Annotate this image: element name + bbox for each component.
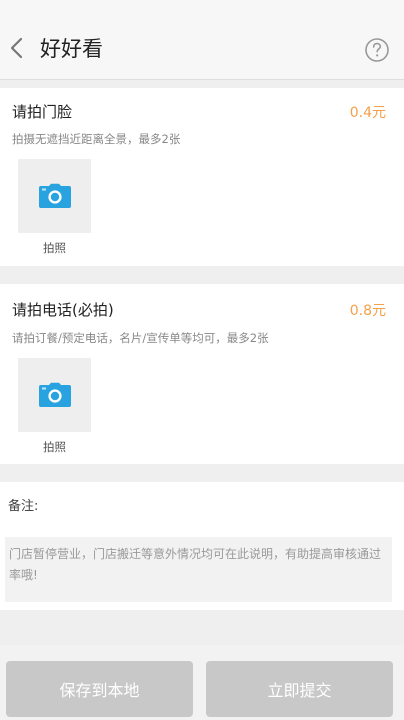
storefront-hint: 拍摄无遮挡近距离全景，最多2张 [12,132,181,146]
storefront-photo-label: 拍照 [43,241,66,255]
storefront-photo-section: 请拍门脸 0.4元 拍摄无遮挡近距离全景，最多2张 拍照 [0,88,404,266]
remark-input[interactable]: 门店暂停营业，门店搬迁等意外情况均可在此说明，有助提高审核通过率哦! [5,537,392,602]
submit-button[interactable]: 立即提交 [206,661,393,717]
remark-section: 备注: 门店暂停营业，门店搬迁等意外情况均可在此说明，有助提高审核通过率哦! [0,482,404,610]
storefront-price: 0.4元 [349,105,386,121]
phone-hint: 请拍订餐/预定电话，名片/宣传单等均可，最多2张 [12,331,269,345]
camera-icon [38,183,71,208]
page-title: 好好看 [40,37,103,61]
phone-photo-label: 拍照 [43,440,66,454]
phone-take-photo-button[interactable] [18,358,91,432]
phone-section-title: 请拍电话(必拍) [12,301,114,319]
chevron-left-icon[interactable] [6,36,28,60]
phone-price: 0.8元 [349,303,386,319]
storefront-section-title: 请拍门脸 [12,103,73,121]
phone-photo-section: 请拍电话(必拍) 0.8元 请拍订餐/预定电话，名片/宣传单等均可，最多2张 拍… [0,284,404,464]
remark-label: 备注: [8,499,39,514]
app-header: 好好看 [0,0,404,80]
footer-bar: 保存到本地 立即提交 [0,645,404,720]
question-circle-icon[interactable] [364,37,390,63]
save-local-button[interactable]: 保存到本地 [6,661,193,717]
camera-icon [38,382,71,407]
storefront-take-photo-button[interactable] [18,159,91,233]
